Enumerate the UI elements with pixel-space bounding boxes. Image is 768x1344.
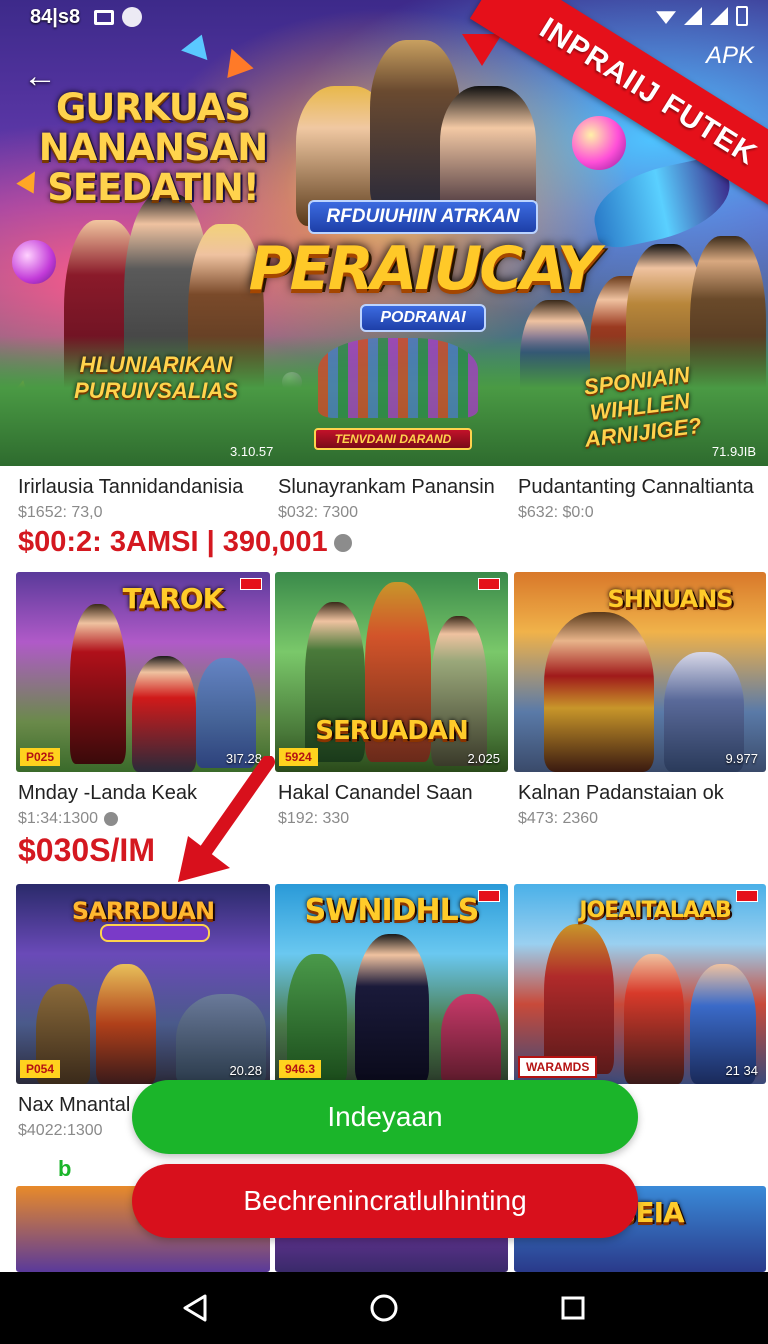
game-card[interactable]: SHNUANS 9.977 (514, 572, 766, 772)
game-card-logo: SERUADAN (315, 716, 468, 746)
card-character (624, 954, 684, 1084)
nav-recents-button[interactable] (553, 1288, 593, 1328)
game-card-logo: SHNUANS (607, 585, 733, 613)
hero-logo: RFDUIUHIIN ATRKAN PERAIUCAY PODRANAI (249, 186, 600, 346)
card-character (355, 934, 429, 1084)
magic-orb-icon (572, 116, 626, 170)
hero-size: 71.9JIB (711, 444, 756, 459)
highlight-price: $00:2: 3AMSI | 390,001 (18, 526, 352, 559)
nav-back-icon (183, 1294, 207, 1322)
app-title[interactable]: Irirlausia Tannidandanisia (18, 476, 243, 499)
badge-corner (478, 890, 500, 902)
nav-home-button[interactable] (364, 1288, 404, 1328)
card-price-badge: WARAMDS (518, 1056, 598, 1078)
app-title[interactable]: Hakal Canandel Saan (278, 782, 473, 805)
card-character (544, 924, 614, 1074)
app-price: $632: $0:0 (518, 504, 594, 521)
badge-corner (736, 890, 758, 902)
secondary-action-button[interactable]: Bechrenincratlulhinting (132, 1164, 638, 1238)
game-card[interactable]: SARRDUAN P054 20.28 (16, 884, 270, 1084)
card-character (96, 964, 156, 1084)
info-icon[interactable] (333, 534, 352, 553)
hero-small-banner: TENVDANI DARAND (314, 428, 472, 450)
app-price-text: $1:34:1300 (18, 810, 99, 827)
game-card-logo: SARRDUAN (71, 897, 215, 925)
hero-banner[interactable]: 84|s8 ← INPRAIIJ FUTEK APK GURKUAS NANAN… (0, 0, 768, 466)
nav-home-icon (370, 1294, 398, 1322)
highlight-price-text: $00:2: 3AMSI | 390,001 (18, 526, 328, 558)
app-title[interactable]: Pudantanting Cannaltianta (518, 476, 754, 499)
system-navigation-bar (0, 1272, 768, 1344)
game-card[interactable]: TAROK P025 3I7.28 (16, 572, 270, 772)
magic-orb-icon (12, 240, 56, 284)
game-card-logo: SWNIDHLS (304, 893, 480, 928)
promo-ribbon-text: INPRAIIJ FUTEK (533, 11, 763, 172)
app-title[interactable]: Slunayrankam Panansin (278, 476, 495, 499)
primary-action-button[interactable]: Indeyaan (132, 1080, 638, 1154)
hero-tagline-left: HLUNIARIKAN PURUIVSALIAS (74, 352, 238, 403)
app-price: $4022:1300 (18, 1122, 103, 1139)
app-title[interactable]: Kalnan Padanstaian ok (518, 782, 724, 805)
card-price-badge: P025 (20, 748, 61, 766)
green-mark: b (58, 1156, 72, 1181)
info-icon[interactable] (104, 811, 119, 826)
back-arrow-icon[interactable]: ← (22, 58, 58, 94)
game-card[interactable]: SWNIDHLS 946.3 (275, 884, 508, 1084)
hero-logo-foot: PODRANAI (360, 304, 486, 332)
notification-icon (122, 7, 143, 27)
game-card-logo: JOEAITALAAB (579, 898, 731, 923)
annotation-arrow-icon (178, 756, 275, 882)
card-character (70, 604, 126, 764)
screen-icon (94, 9, 115, 25)
hero-title: GURKUAS NANANSAN SEEDATIN! (38, 86, 268, 209)
app-price: $473: 2360 (518, 810, 599, 827)
shard-decoration (462, 34, 502, 66)
card-price-badge: P054 (20, 1060, 61, 1078)
card-creature (441, 994, 501, 1084)
status-time: 84|s8 (30, 5, 81, 28)
hero-logo-subtitle: RFDUIUHIIN ATRKAN (308, 200, 538, 234)
shard-decoration (218, 43, 254, 79)
card-size: 9.977 (725, 751, 758, 766)
game-card[interactable]: JOEAITALAAB WARAMDS 21 34 (514, 884, 766, 1084)
app-price: $032: 7300 (278, 504, 359, 521)
highlight-price: $030S/IM (18, 832, 155, 868)
apk-tag: APK (705, 42, 754, 69)
nav-back-button[interactable] (175, 1288, 215, 1328)
logo-banner (100, 924, 210, 942)
card-size: 20.28 (229, 1063, 262, 1078)
card-character (132, 656, 196, 772)
shard-decoration (181, 29, 215, 61)
card-size: 21 34 (725, 1063, 758, 1078)
badge-corner (240, 578, 262, 590)
app-price: $192: 330 (278, 810, 350, 827)
app-title[interactable]: Nax Mnantal (18, 1094, 130, 1117)
app-price: $1652: 73,0 (18, 504, 103, 521)
hero-version: 3.10.57 (230, 444, 274, 459)
nav-recents-icon (561, 1296, 585, 1320)
app-price: $1:34:1300 (18, 810, 119, 828)
card-price-badge: 946.3 (279, 1060, 322, 1078)
status-bar: 84|s8 (0, 0, 768, 34)
card-character (544, 612, 654, 772)
card-size: 2.025 (467, 751, 500, 766)
game-card[interactable]: SERUADAN 5924 2.025 (275, 572, 508, 772)
hero-logo-title: PERAIUCAY (248, 234, 601, 304)
badge-corner (478, 578, 500, 590)
army-illustration (318, 338, 478, 418)
